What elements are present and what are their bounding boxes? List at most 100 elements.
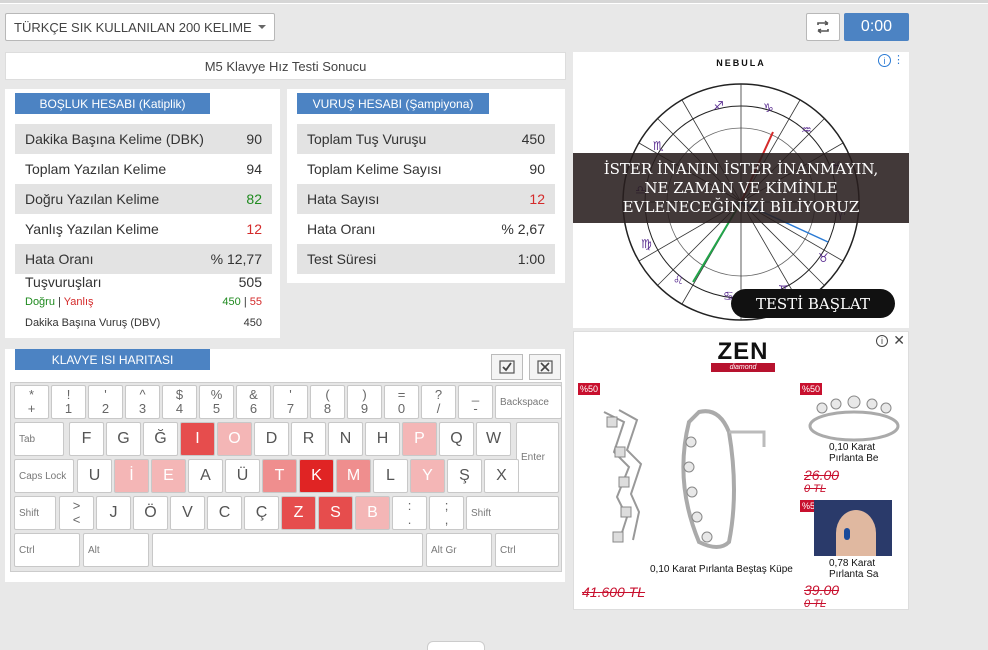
earring-image[interactable] xyxy=(579,392,794,562)
key-glyph: + xyxy=(27,401,36,416)
key-8[interactable]: ' 7 xyxy=(273,385,308,419)
key-11[interactable]: = 0 xyxy=(384,385,419,419)
key-glyph: 1 xyxy=(64,401,73,416)
key-ş[interactable]: Ş xyxy=(447,459,482,493)
key-w[interactable]: W xyxy=(476,422,511,456)
earring-model-image[interactable] xyxy=(814,500,892,556)
product-name-side1[interactable]: 0,10 Karat Pırlanta Be xyxy=(829,442,908,464)
key-i[interactable]: I xyxy=(180,422,215,456)
stat-row-keystrokes: Tuşvuruşları 505 xyxy=(25,274,262,290)
key-o[interactable]: O xyxy=(217,422,252,456)
key-glyph: / xyxy=(436,401,441,416)
ring-image[interactable] xyxy=(804,394,904,449)
stat-row-wrong-words: Yanlış Yazılan Kelime 12 xyxy=(25,221,262,237)
key-10[interactable]: ) 9 xyxy=(347,385,382,419)
key-backspace[interactable]: Backspace xyxy=(495,385,562,419)
product-name-main[interactable]: 0,10 Karat Pırlanta Beştaş Küpe xyxy=(650,564,793,575)
key-caps-lock[interactable]: Caps Lock xyxy=(14,459,74,493)
key-9[interactable]: (8 xyxy=(310,385,345,419)
key-d[interactable]: D xyxy=(254,422,289,456)
key-dot[interactable]: :. xyxy=(392,496,427,530)
key-ç[interactable]: Ç xyxy=(244,496,279,530)
key-glyph: ' xyxy=(104,387,107,402)
key-shift-left[interactable]: Shift xyxy=(14,496,56,530)
key-glyph: > xyxy=(72,498,81,513)
key-n[interactable]: N xyxy=(328,422,363,456)
key-e[interactable]: E xyxy=(151,459,186,493)
key-r[interactable]: R xyxy=(291,422,326,456)
repeat-icon xyxy=(817,20,829,34)
ad-zen-sublogo: diamond xyxy=(711,363,775,372)
key-c[interactable]: C xyxy=(207,496,242,530)
product-price-side2: 39.00 xyxy=(804,582,840,598)
key-13[interactable]: _ - xyxy=(458,385,493,419)
key-ctrl-left[interactable]: Ctrl xyxy=(14,533,80,567)
word-list-select[interactable]: TÜRKÇE SIK KULLANILAN 200 KELIME xyxy=(5,13,275,41)
key-s[interactable]: S xyxy=(318,496,353,530)
ad-close-icon[interactable]: ✕ xyxy=(893,332,905,349)
stat-row-correct-wrong: Doğru | Yanlış 450 | 55 xyxy=(25,296,262,308)
stat-row-error-rate: Hata Oranı% 12,77 xyxy=(15,244,272,274)
key-h[interactable]: H xyxy=(365,422,400,456)
hide-heatmap-button[interactable] xyxy=(529,354,561,380)
chevron-down-icon xyxy=(258,25,266,29)
key-t[interactable]: T xyxy=(262,459,297,493)
key-glyph: < xyxy=(72,512,81,527)
key-x[interactable]: X xyxy=(484,459,519,493)
key-k[interactable]: K xyxy=(299,459,334,493)
key-q[interactable]: Q xyxy=(439,422,474,456)
key-g[interactable]: G xyxy=(106,422,141,456)
key-comma[interactable]: ;, xyxy=(429,496,464,530)
key-ö[interactable]: Ö xyxy=(133,496,168,530)
stat-row-dbk: Dakika Başına Kelime (DBK) 90 xyxy=(15,124,272,154)
key-glyph: 9 xyxy=(360,401,369,416)
key-ü[interactable]: Ü xyxy=(225,459,260,493)
ad-start-test-button[interactable]: TESTİ BAŞLAT xyxy=(731,289,895,318)
key-z[interactable]: Z xyxy=(281,496,316,530)
key-j[interactable]: J xyxy=(96,496,131,530)
key-glyph: & xyxy=(249,387,258,402)
key-space[interactable] xyxy=(152,533,423,567)
key-l[interactable]: L xyxy=(373,459,408,493)
key-b[interactable]: B xyxy=(355,496,390,530)
key-7[interactable]: & 6 xyxy=(236,385,271,419)
key-f[interactable]: F xyxy=(69,422,104,456)
bottom-tab[interactable] xyxy=(427,641,485,650)
key-5[interactable]: $4 xyxy=(162,385,197,419)
key-alt[interactable]: Alt xyxy=(83,533,149,567)
key-i̇[interactable]: İ xyxy=(114,459,149,493)
show-heatmap-button[interactable] xyxy=(491,354,523,380)
key-3[interactable]: ' 2 xyxy=(88,385,123,419)
restart-button[interactable] xyxy=(806,13,840,41)
product-price-main: 41.600 TL xyxy=(582,584,646,600)
key-ctrl-right[interactable]: Ctrl xyxy=(495,533,559,567)
ad-info-icon[interactable]: i xyxy=(876,335,888,347)
key-u[interactable]: U xyxy=(77,459,112,493)
key-enter[interactable]: Enter xyxy=(516,422,559,493)
key-glyph: ? xyxy=(434,387,443,402)
key-glyph: ; xyxy=(444,498,449,513)
product-name-side2[interactable]: 0,78 Karat Pırlanta Sa xyxy=(829,558,908,580)
key-6[interactable]: % 5 xyxy=(199,385,234,419)
ad-nebula[interactable]: NEBULA i ⋮ ♐♑♒ ♓♈♉ ♊♋♌ ♍♎♏ İSTER İNANIN … xyxy=(573,52,909,328)
key-v[interactable]: V xyxy=(170,496,205,530)
stat-row-vurus-error-rate: Hata Oranı% 2,67 xyxy=(307,221,545,237)
key-less-than[interactable]: > < xyxy=(59,496,94,530)
key-tab[interactable]: Tab xyxy=(14,422,64,456)
key-alt-gr[interactable]: Alt Gr xyxy=(426,533,492,567)
key-y[interactable]: Y xyxy=(410,459,445,493)
key-ğ[interactable]: Ğ xyxy=(143,422,178,456)
key-shift-right[interactable]: Shift xyxy=(466,496,559,530)
key-glyph: 3 xyxy=(138,401,147,416)
key-1[interactable]: * + xyxy=(14,385,49,419)
key-a[interactable]: A xyxy=(188,459,223,493)
key-glyph: * xyxy=(28,387,35,402)
key-4[interactable]: ^ 3 xyxy=(125,385,160,419)
key-m[interactable]: M xyxy=(336,459,371,493)
key-glyph: : xyxy=(407,498,412,513)
key-2[interactable]: ! 1 xyxy=(51,385,86,419)
key-glyph: . xyxy=(407,512,412,527)
ad-zen-diamond[interactable]: ZEN diamond i ✕ %50 0,10 Karat Pırlanta … xyxy=(573,331,909,610)
key-p[interactable]: P xyxy=(402,422,437,456)
key-12[interactable]: ? / xyxy=(421,385,456,419)
